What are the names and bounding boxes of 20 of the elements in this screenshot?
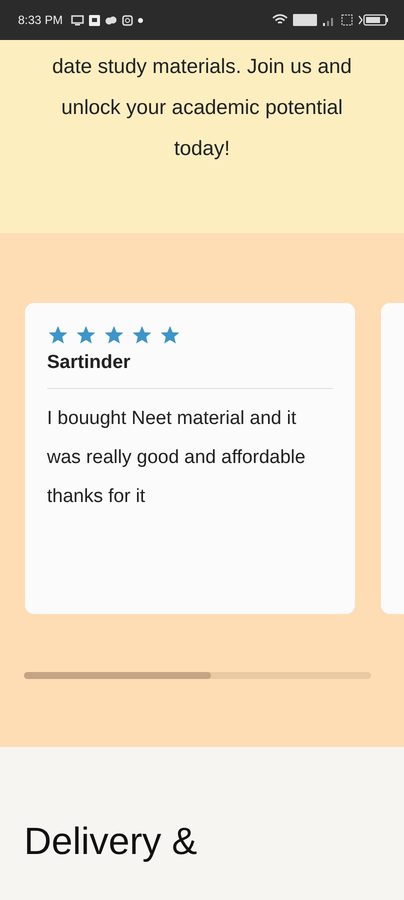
screen-icon bbox=[70, 14, 84, 26]
intro-paragraph: date study materials. Join us and unlock your academic potential today! bbox=[51, 54, 353, 162]
status-time: 8:33 PM bbox=[18, 13, 63, 27]
reviewer-name: Sartinder bbox=[47, 352, 132, 374]
cloud-icon bbox=[104, 14, 117, 26]
camera-icon bbox=[122, 14, 133, 26]
section-heading: Delivery & bbox=[24, 820, 198, 865]
scrollbar-thumb[interactable] bbox=[24, 672, 212, 679]
carousel-scrollbar[interactable] bbox=[24, 672, 371, 679]
star-icon bbox=[103, 325, 125, 345]
battery-icon bbox=[358, 14, 388, 26]
star-icon bbox=[47, 325, 69, 345]
wifi-icon bbox=[272, 14, 288, 26]
star-icon bbox=[131, 325, 153, 345]
review-text: I bouught Neet material and it was really good and affordable thanks for it bbox=[47, 407, 306, 509]
star-icon bbox=[159, 325, 181, 345]
wifi-badge-icon bbox=[293, 14, 317, 26]
dot-icon bbox=[138, 18, 143, 22]
star-icon bbox=[75, 325, 97, 345]
app-icon bbox=[88, 14, 100, 26]
